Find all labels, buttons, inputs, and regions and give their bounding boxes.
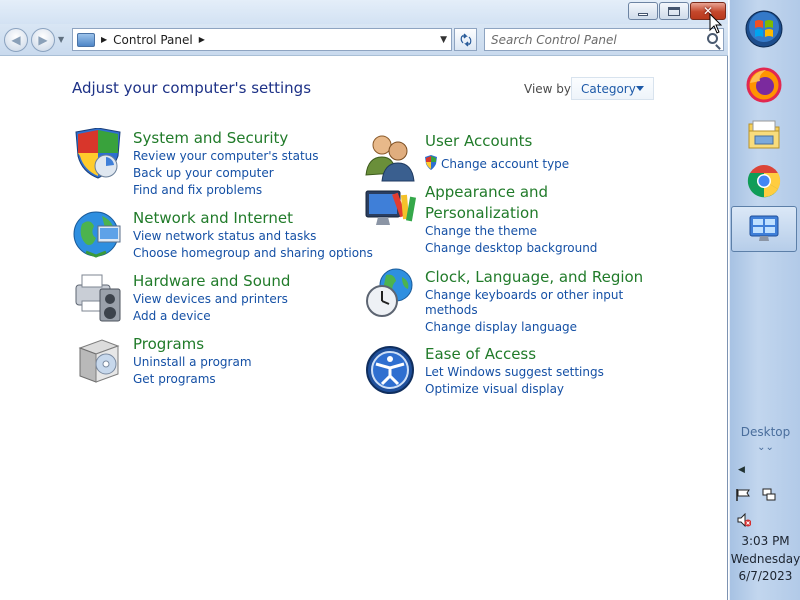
page-title: Adjust your computer's settings [72,79,312,97]
back-arrow-icon: ◀ [11,33,21,47]
link-desktop-background[interactable]: Change desktop background [425,241,597,255]
category-title-hardware-sound[interactable]: Hardware and Sound [133,272,290,290]
link-homegroup[interactable]: Choose homegroup and sharing options [133,246,373,260]
title-bar[interactable]: ✕ [0,0,728,24]
link-display-language[interactable]: Change display language [425,320,577,334]
clock-date[interactable]: 6/7/2023 [730,569,800,583]
network-globe-icon [73,211,121,258]
taskbar-explorer[interactable] [741,111,787,157]
chevron-down-icon [636,86,644,91]
category-title-user-accounts[interactable]: User Accounts [425,132,532,150]
shield-icon [75,128,121,179]
control-panel-icon [77,32,95,47]
link-change-keyboards-line2[interactable]: methods [425,303,478,317]
monitor-palette-icon [365,190,416,225]
chevron-down-icon[interactable]: ⌄⌄ [730,442,800,453]
breadcrumb-arrow-icon[interactable]: ▶ [101,35,107,44]
link-network-status[interactable]: View network status and tasks [133,229,316,243]
mouse-cursor-icon [709,13,723,34]
control-panel-window: ✕ ◀ ▶ ▼ ▶ Control Panel ▶ ▼ Adjust your … [0,0,728,600]
link-get-programs[interactable]: Get programs [133,372,216,386]
link-uninstall-program[interactable]: Uninstall a program [133,355,252,369]
chrome-icon [747,165,781,198]
network-icon[interactable] [762,488,776,502]
minimize-button[interactable] [628,2,658,20]
link-find-fix-problems[interactable]: Find and fix problems [133,183,262,197]
start-button[interactable] [741,6,787,52]
category-title-clock-language-region[interactable]: Clock, Language, and Region [425,268,643,286]
desktop-label[interactable]: Desktop [730,425,800,439]
ease-of-access-icon [366,346,414,394]
refresh-button[interactable] [454,28,477,51]
users-icon [365,135,415,182]
forward-button[interactable]: ▶ [31,28,55,52]
firefox-icon [746,67,782,103]
link-windows-suggest[interactable]: Let Windows suggest settings [425,365,604,379]
printer-speaker-icon [75,274,121,322]
view-by-value[interactable]: Category [581,82,636,96]
maximize-icon [668,6,680,16]
control-panel-icon [749,215,779,241]
programs-box-icon [78,339,120,383]
search-input[interactable] [491,29,703,50]
category-title-appearance-line1[interactable]: Appearance and [425,183,548,201]
view-by-label: View by: [524,82,575,96]
navigation-bar: ◀ ▶ ▼ ▶ Control Panel ▶ ▼ [0,24,728,56]
link-back-up[interactable]: Back up your computer [133,166,274,180]
maximize-button[interactable] [659,2,689,20]
link-optimize-display[interactable]: Optimize visual display [425,382,564,396]
refresh-icon [460,32,471,47]
start-orb-icon [745,10,783,48]
category-title-ease-of-access[interactable]: Ease of Access [425,345,536,363]
link-add-device[interactable]: Add a device [133,309,211,323]
clock-globe-icon [366,268,413,317]
link-change-theme[interactable]: Change the theme [425,224,537,238]
minimize-icon [638,12,648,16]
category-title-network-internet[interactable]: Network and Internet [133,209,293,227]
search-box[interactable] [484,28,724,51]
taskbar-chrome[interactable] [741,158,787,204]
link-change-keyboards-line1[interactable]: Change keyboards or other input [425,288,623,302]
link-change-account-type[interactable]: Change account type [441,157,569,171]
clock-time[interactable]: 3:03 PM [730,534,800,548]
forward-arrow-icon: ▶ [38,33,48,47]
clock-day[interactable]: Wednesday [730,552,800,566]
taskbar-control-panel[interactable] [741,206,787,252]
taskbar: Desktop ⌄⌄ ◀ 3:03 PM Wednesday 6/7/2023 [729,0,800,600]
uac-shield-icon [425,155,437,170]
category-title-system-security[interactable]: System and Security [133,129,288,147]
category-title-programs[interactable]: Programs [133,335,204,353]
back-button[interactable]: ◀ [4,28,28,52]
volume-muted-icon[interactable] [737,513,751,527]
action-center-flag-icon[interactable] [736,489,750,501]
breadcrumb-arrow-icon[interactable]: ▶ [199,35,205,44]
link-devices-printers[interactable]: View devices and printers [133,292,288,306]
explorer-folder-icon [748,120,780,149]
breadcrumb-control-panel[interactable]: Control Panel [113,33,193,47]
link-review-status[interactable]: Review your computer's status [133,149,319,163]
tray-expand-icon[interactable]: ◀ [738,465,745,475]
address-dropdown-icon[interactable]: ▼ [440,35,447,45]
address-bar[interactable]: ▶ Control Panel ▶ ▼ [72,28,452,51]
history-dropdown-icon[interactable]: ▼ [58,35,64,44]
view-by-dropdown[interactable]: Category [571,77,654,100]
taskbar-firefox[interactable] [741,62,787,108]
category-title-appearance-line2[interactable]: Personalization [425,204,539,222]
